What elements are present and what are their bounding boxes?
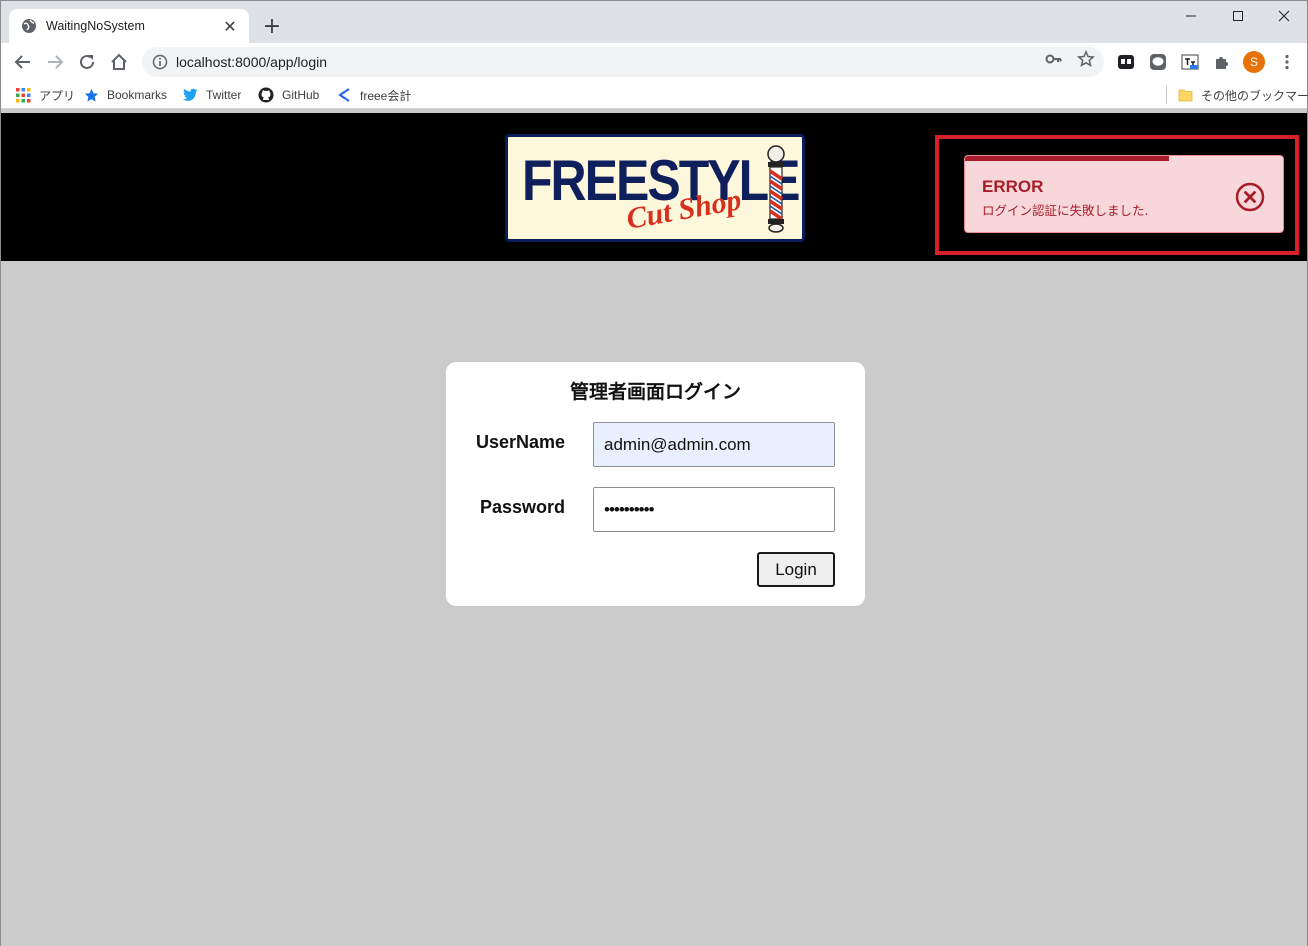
- tab-waitingnosystem[interactable]: WaitingNoSystem ✕: [9, 9, 249, 43]
- browser-window: WaitingNoSystem ✕ + localhost:8000/app/l…: [0, 0, 1308, 946]
- bookmarks-separator: [1166, 86, 1167, 104]
- address-bar[interactable]: localhost:8000/app/login: [142, 47, 1104, 77]
- profile-avatar[interactable]: S: [1243, 51, 1265, 73]
- toast-title: ERROR: [982, 177, 1044, 196]
- freestyle-cutshop-logo[interactable]: FREESTYLE Cut Shop: [505, 134, 805, 242]
- page-content: FREESTYLE Cut Shop ERROR ログイン認証に失敗しました.: [1, 111, 1307, 946]
- globe-icon: [21, 18, 37, 34]
- forward-icon[interactable]: [41, 48, 69, 76]
- bookmark-github[interactable]: GitHub: [258, 85, 319, 105]
- bookmark-freee[interactable]: freee会計: [336, 85, 411, 105]
- username-label: UserName: [476, 432, 566, 452]
- password-label: Password: [480, 497, 566, 517]
- apps-grid-icon: [15, 87, 31, 103]
- extensions-puzzle-icon[interactable]: [1212, 52, 1232, 72]
- line-extension-icon[interactable]: [1148, 52, 1168, 72]
- bookmarks-bar: アプリ Bookmarks Twitter GitHub freee会計 その他…: [1, 81, 1308, 109]
- error-toast[interactable]: ERROR ログイン認証に失敗しました.: [964, 155, 1284, 233]
- other-bookmarks-folder[interactable]: その他のブックマーク: [1177, 85, 1308, 105]
- window-close-icon[interactable]: [1261, 1, 1307, 31]
- url-text: localhost:8000/app/login: [176, 54, 328, 70]
- login-card: 管理者画面ログイン UserName admin@admin.com Passw…: [446, 362, 865, 606]
- new-tab-button[interactable]: +: [259, 13, 285, 39]
- home-icon[interactable]: [105, 48, 133, 76]
- key-icon[interactable]: [1044, 49, 1064, 69]
- site-header: FREESTYLE Cut Shop ERROR ログイン認証に失敗しました.: [1, 113, 1307, 261]
- toast-progress-bar: [965, 156, 1169, 161]
- freee-icon: [336, 87, 352, 103]
- reload-icon[interactable]: [73, 48, 101, 76]
- bookmark-label: アプリ: [39, 88, 76, 103]
- site-info-icon[interactable]: [152, 54, 168, 70]
- back-icon[interactable]: [9, 48, 37, 76]
- barber-pole-icon: [767, 145, 785, 233]
- bookmark-label: Twitter: [206, 88, 242, 102]
- tab-strip: WaitingNoSystem ✕ +: [1, 1, 1307, 43]
- menu-more-icon[interactable]: [1277, 52, 1297, 72]
- translate-extension-icon[interactable]: [1180, 52, 1200, 72]
- login-button[interactable]: Login: [757, 552, 835, 587]
- folder-icon: [1177, 87, 1193, 103]
- bookmark-twitter[interactable]: Twitter: [182, 85, 241, 105]
- bookmark-label: GitHub: [282, 88, 320, 102]
- bookmark-label: Bookmarks: [107, 88, 168, 102]
- twitter-icon: [182, 87, 198, 103]
- toast-message: ログイン認証に失敗しました.: [982, 203, 1149, 218]
- bookmark-label: freee会計: [360, 88, 412, 103]
- minimize-icon[interactable]: [1168, 1, 1214, 31]
- close-circle-icon[interactable]: [1235, 182, 1265, 212]
- bookmark-apps[interactable]: アプリ: [15, 85, 75, 105]
- password-field[interactable]: ••••••••••: [593, 487, 835, 532]
- page-title: 管理者画面ログイン: [569, 381, 741, 403]
- maximize-icon[interactable]: [1215, 1, 1261, 31]
- star-icon[interactable]: [1076, 49, 1096, 69]
- username-field[interactable]: admin@admin.com: [593, 422, 835, 467]
- tab-title: WaitingNoSystem: [46, 19, 145, 33]
- bookmark-label: その他のブックマーク: [1201, 88, 1308, 103]
- browser-toolbar: localhost:8000/app/login S: [1, 43, 1307, 81]
- github-icon: [258, 87, 274, 103]
- extension-bookmark-icon[interactable]: [1116, 52, 1136, 72]
- star-icon: [83, 87, 99, 103]
- tab-close-icon[interactable]: ✕: [221, 17, 239, 36]
- bookmark-bookmarks[interactable]: Bookmarks: [83, 85, 167, 105]
